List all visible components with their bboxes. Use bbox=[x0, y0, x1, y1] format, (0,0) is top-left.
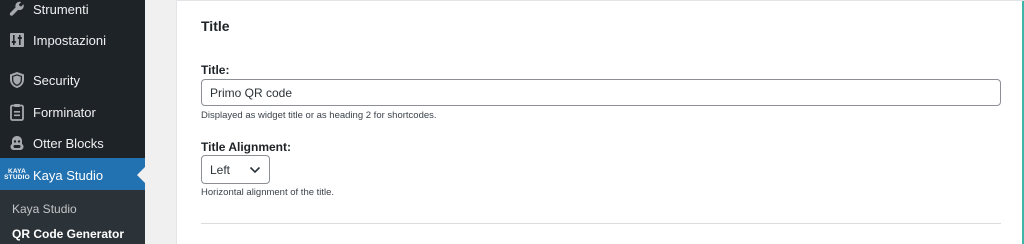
sidebar-item-label: Otter Blocks bbox=[33, 135, 104, 151]
sidebar-item-label: Kaya Studio bbox=[33, 167, 104, 183]
title-alignment-value: Left bbox=[210, 162, 231, 177]
admin-sidebar: Strumenti Impostazioni Security Forminat… bbox=[0, 0, 145, 244]
section-title: Title bbox=[201, 18, 230, 34]
kaya-studio-logo-icon: KAYA STUDIO bbox=[4, 168, 30, 181]
shield-icon bbox=[7, 70, 27, 90]
title-alignment-label: Title Alignment: bbox=[201, 140, 291, 154]
settings-panel: Title Title: Displayed as widget title o… bbox=[176, 0, 1024, 244]
title-help-text: Displayed as widget title or as heading … bbox=[201, 110, 437, 121]
wrench-icon bbox=[7, 0, 27, 19]
sidebar-item-label: Forminator bbox=[33, 104, 96, 120]
sidebar-item-label: Impostazioni bbox=[33, 32, 106, 48]
chevron-down-icon bbox=[249, 163, 261, 177]
title-field-label: Title: bbox=[201, 63, 230, 77]
current-menu-arrow bbox=[137, 167, 145, 183]
submenu-item-qr-code-generator[interactable]: QR Code Generator bbox=[12, 227, 124, 241]
sidebar-item-security[interactable]: Security bbox=[0, 63, 145, 97]
sidebar-item-impostazioni[interactable]: Impostazioni bbox=[0, 23, 145, 57]
alignment-help-text: Horizontal alignment of the title. bbox=[201, 187, 335, 198]
submenu-item-kaya-studio[interactable]: Kaya Studio bbox=[12, 202, 77, 216]
section-divider bbox=[201, 223, 1001, 224]
title-alignment-select[interactable]: Left bbox=[201, 155, 270, 184]
sidebar-item-label: Security bbox=[33, 72, 80, 88]
otter-icon bbox=[7, 133, 27, 153]
title-input[interactable] bbox=[201, 79, 1001, 106]
clipboard-icon bbox=[7, 102, 27, 122]
sidebar-item-label: Strumenti bbox=[33, 1, 89, 17]
sidebar-item-kaya-studio[interactable]: KAYA STUDIO Kaya Studio bbox=[0, 158, 145, 192]
sidebar-submenu: Kaya Studio QR Code Generator bbox=[0, 190, 145, 244]
settings-sliders-icon bbox=[7, 30, 27, 50]
sidebar-item-forminator[interactable]: Forminator bbox=[0, 95, 145, 129]
sidebar-item-otter-blocks[interactable]: Otter Blocks bbox=[0, 126, 145, 160]
